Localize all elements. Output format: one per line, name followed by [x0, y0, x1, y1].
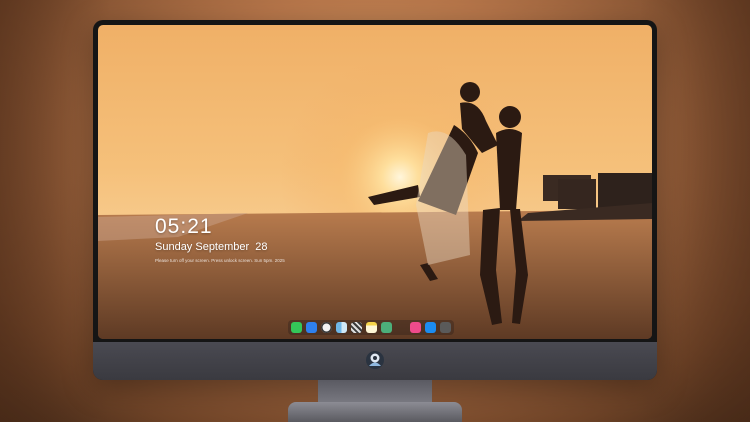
finder-icon[interactable] — [336, 322, 347, 333]
wallpaper-sunset-couple — [98, 25, 652, 339]
clock-icon[interactable] — [321, 322, 332, 333]
lock-screen-note: Please turn off your screen. Press unloc… — [155, 258, 285, 263]
music-icon[interactable] — [410, 322, 421, 333]
messages-icon[interactable] — [291, 322, 302, 333]
clock-date: Sunday September 28 — [155, 241, 268, 253]
app-store-icon[interactable] — [425, 322, 436, 333]
camera-icon[interactable] — [440, 322, 451, 333]
monitor-stand-neck — [318, 380, 432, 404]
photos-icon[interactable] — [381, 322, 392, 333]
clock-time: 05:21 — [155, 215, 213, 238]
desktop-screen[interactable]: 05:21 Sunday September 28 Please turn of… — [98, 25, 652, 339]
dock — [288, 320, 454, 335]
clapperboard-icon[interactable] — [351, 322, 362, 333]
mail-icon[interactable] — [306, 322, 317, 333]
monitor-chin — [93, 342, 657, 380]
lock-clock-widget: 05:21 Sunday September 28 Please turn of… — [155, 215, 285, 263]
brand-logo-icon — [366, 351, 384, 369]
dock-separator — [396, 322, 406, 333]
monitor-stand-base — [288, 402, 462, 422]
monitor: 05:21 Sunday September 28 Please turn of… — [93, 20, 657, 380]
notes-icon[interactable] — [366, 322, 377, 333]
